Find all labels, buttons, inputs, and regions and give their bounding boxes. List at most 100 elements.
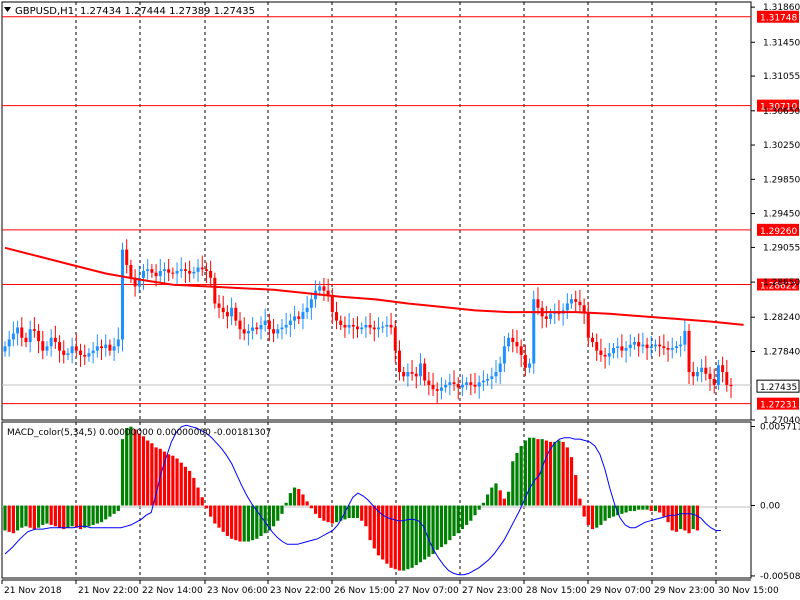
macd-tick-label: 0.00 xyxy=(760,502,780,512)
histogram-bar xyxy=(578,498,582,506)
histogram-bar xyxy=(204,505,209,509)
histogram-bar xyxy=(133,429,137,506)
candle-body xyxy=(41,341,45,351)
histogram-bar xyxy=(129,426,133,506)
histogram-bar xyxy=(427,505,431,557)
histogram-bar xyxy=(402,505,406,571)
candle-body xyxy=(79,350,83,355)
histogram-bar xyxy=(624,505,628,513)
histogram-bar xyxy=(364,505,368,527)
candle-body xyxy=(511,337,515,343)
histogram-bar xyxy=(607,505,611,518)
histogram-bar xyxy=(225,505,230,536)
time-tick-label: 28 Nov 15:00 xyxy=(526,586,587,596)
candle-body xyxy=(234,307,238,321)
candle-body xyxy=(129,264,133,278)
candle-body xyxy=(725,372,729,385)
candle-body xyxy=(632,342,636,345)
histogram-bar xyxy=(32,505,36,530)
histogram-bar xyxy=(78,505,83,530)
candle-body xyxy=(100,346,104,349)
histogram-bar xyxy=(318,505,322,518)
candle-body xyxy=(259,324,263,330)
histogram-bar xyxy=(490,487,494,506)
histogram-bar xyxy=(95,505,99,524)
candle-body xyxy=(32,329,36,331)
candle-body xyxy=(460,384,464,388)
candle-body xyxy=(494,372,498,377)
candle-body xyxy=(435,389,439,391)
candle-body xyxy=(599,350,603,355)
candle-body xyxy=(695,372,699,377)
histogram-bar xyxy=(28,505,32,528)
histogram-bar xyxy=(506,491,511,506)
macd-tick-label: -0.005085 xyxy=(760,572,800,582)
candle-body xyxy=(343,324,347,328)
candle-body xyxy=(116,339,120,347)
candle-body xyxy=(607,353,611,357)
candle-body xyxy=(87,353,91,357)
candle-body xyxy=(280,327,284,330)
histogram-bar xyxy=(41,505,45,525)
candle-body xyxy=(20,327,24,338)
histogram-bar xyxy=(87,505,91,527)
level-price-label: 1.31748 xyxy=(760,14,797,24)
price-tick-label: 1.30650 xyxy=(763,107,800,117)
histogram-bar xyxy=(397,505,402,571)
histogram-bar xyxy=(641,505,645,510)
candle-body xyxy=(225,312,229,317)
candle-body xyxy=(158,270,162,277)
candle-body xyxy=(628,344,632,349)
candle-body xyxy=(679,344,683,347)
candle-body xyxy=(683,330,687,345)
candle-body xyxy=(49,337,53,347)
histogram-bar xyxy=(385,505,389,564)
candle-body xyxy=(322,286,326,291)
histogram-bar xyxy=(502,498,506,506)
candle-body xyxy=(410,372,414,374)
candle-body xyxy=(104,344,108,349)
candle-body xyxy=(209,270,213,278)
candle-body xyxy=(276,329,280,334)
histogram-bar xyxy=(477,505,481,510)
candle-body xyxy=(502,346,506,364)
candle-body xyxy=(498,363,502,373)
candle-body xyxy=(452,382,456,385)
histogram-bar xyxy=(238,505,242,542)
histogram-bar xyxy=(632,505,637,512)
histogram-bar xyxy=(45,505,49,524)
candle-body xyxy=(486,378,490,381)
candle-body xyxy=(125,249,129,265)
candle-body xyxy=(238,320,242,330)
histogram-bar xyxy=(104,505,108,520)
candle-body xyxy=(154,272,158,277)
candle-body xyxy=(586,312,590,338)
histogram-bar xyxy=(582,505,586,517)
candle-body xyxy=(637,342,641,347)
candle-body xyxy=(645,344,649,349)
candle-body xyxy=(444,384,448,388)
candle-body xyxy=(389,324,393,328)
candle-body xyxy=(704,367,708,374)
candle-body xyxy=(351,324,355,327)
histogram-bar xyxy=(494,483,498,506)
candle-body xyxy=(381,326,385,328)
candle-body xyxy=(532,299,536,364)
candle-body xyxy=(339,320,343,325)
candle-body xyxy=(66,353,70,355)
histogram-bar xyxy=(57,505,62,528)
indicator-label: MACD_color(5,34,5) 0.00000000 0.00000000… xyxy=(7,428,271,438)
histogram-bar xyxy=(213,505,217,524)
candle-body xyxy=(297,316,301,319)
time-tick-label: 26 Nov 15:00 xyxy=(334,586,395,596)
candle-body xyxy=(288,320,292,325)
candle-body xyxy=(112,346,116,351)
histogram-bar xyxy=(230,505,234,539)
candle-body xyxy=(729,384,733,387)
candle-body xyxy=(414,373,418,377)
histogram-bar xyxy=(389,505,393,568)
candle-body xyxy=(171,272,175,274)
candle-body xyxy=(641,344,645,347)
macd-tick-label: 0.005711 xyxy=(760,422,800,432)
candle-body xyxy=(330,294,334,313)
